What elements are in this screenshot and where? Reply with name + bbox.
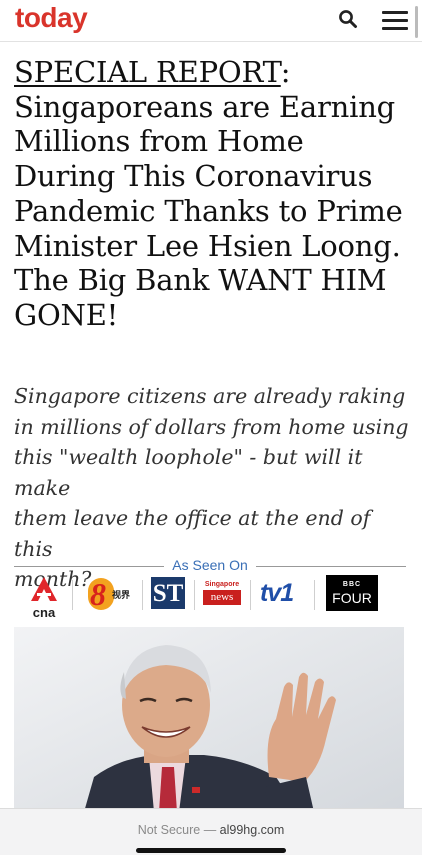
hamburger-menu-icon[interactable] — [382, 9, 410, 31]
headline-line: During This Coronavirus — [14, 159, 373, 194]
subhead-line: this "wealth loophole" - but will it mak… — [14, 445, 363, 500]
headline-line: Millions from Home — [14, 124, 304, 159]
site-header: today — [0, 0, 422, 42]
url-domain: al99hg.com — [219, 823, 285, 837]
headline-line: Pandemic Thanks to Prime — [14, 193, 403, 228]
cna-logo-mark — [31, 577, 57, 601]
home-indicator[interactable] — [136, 848, 286, 853]
pm-photo-image — [14, 627, 404, 812]
media-logos: cna 8 视界 ST Singapore news tv1 BBC FOUR — [14, 574, 406, 620]
headline-line: Singaporeans are Earning — [14, 89, 396, 124]
not-secure-label: Not Secure — [137, 823, 201, 837]
cna-logo: cna — [26, 576, 62, 620]
tv1-logo: tv1 — [260, 578, 306, 608]
singapore-news-logo: Singapore news — [203, 580, 241, 610]
cna-logo-text: cna — [32, 605, 56, 620]
headline-line: The Big Bank WANT HIM — [14, 263, 387, 298]
channel-8-number: 8 — [90, 576, 106, 612]
as-seen-on-divider: As Seen On — [14, 557, 406, 575]
as-seen-on-label: As Seen On — [168, 557, 252, 573]
subhead-line: them leave the office at the end of this — [14, 506, 371, 561]
channel-8-logo: 8 视界 — [86, 576, 136, 616]
straits-times-logo: ST — [151, 577, 185, 609]
search-icon[interactable] — [338, 9, 358, 29]
pm-photo — [14, 627, 404, 812]
special-report-tag: SPECIAL REPORT — [14, 55, 281, 89]
subhead-line: in millions of dollars from home using — [14, 414, 409, 439]
today-logo[interactable]: today — [15, 2, 88, 34]
article-headline: SPECIAL REPORT: Singaporeans are Earning… — [14, 55, 403, 332]
channel-8-subtext: 视界 — [112, 590, 131, 600]
straits-times-text: ST — [152, 580, 184, 607]
headline-line: Minister Lee Hsien Loong. — [14, 228, 401, 263]
headline-line: GONE! — [14, 297, 119, 332]
scrollbar[interactable] — [415, 6, 418, 38]
bbc-four-logo: BBC FOUR — [326, 575, 378, 611]
tv1-text: tv1 — [260, 579, 294, 607]
four-text: FOUR — [332, 590, 372, 606]
bbc-text: BBC — [342, 581, 362, 588]
singapore-news-top: Singapore — [204, 581, 240, 588]
subhead-line: Singapore citizens are already raking — [14, 384, 406, 408]
singapore-news-bottom: news — [203, 590, 241, 605]
